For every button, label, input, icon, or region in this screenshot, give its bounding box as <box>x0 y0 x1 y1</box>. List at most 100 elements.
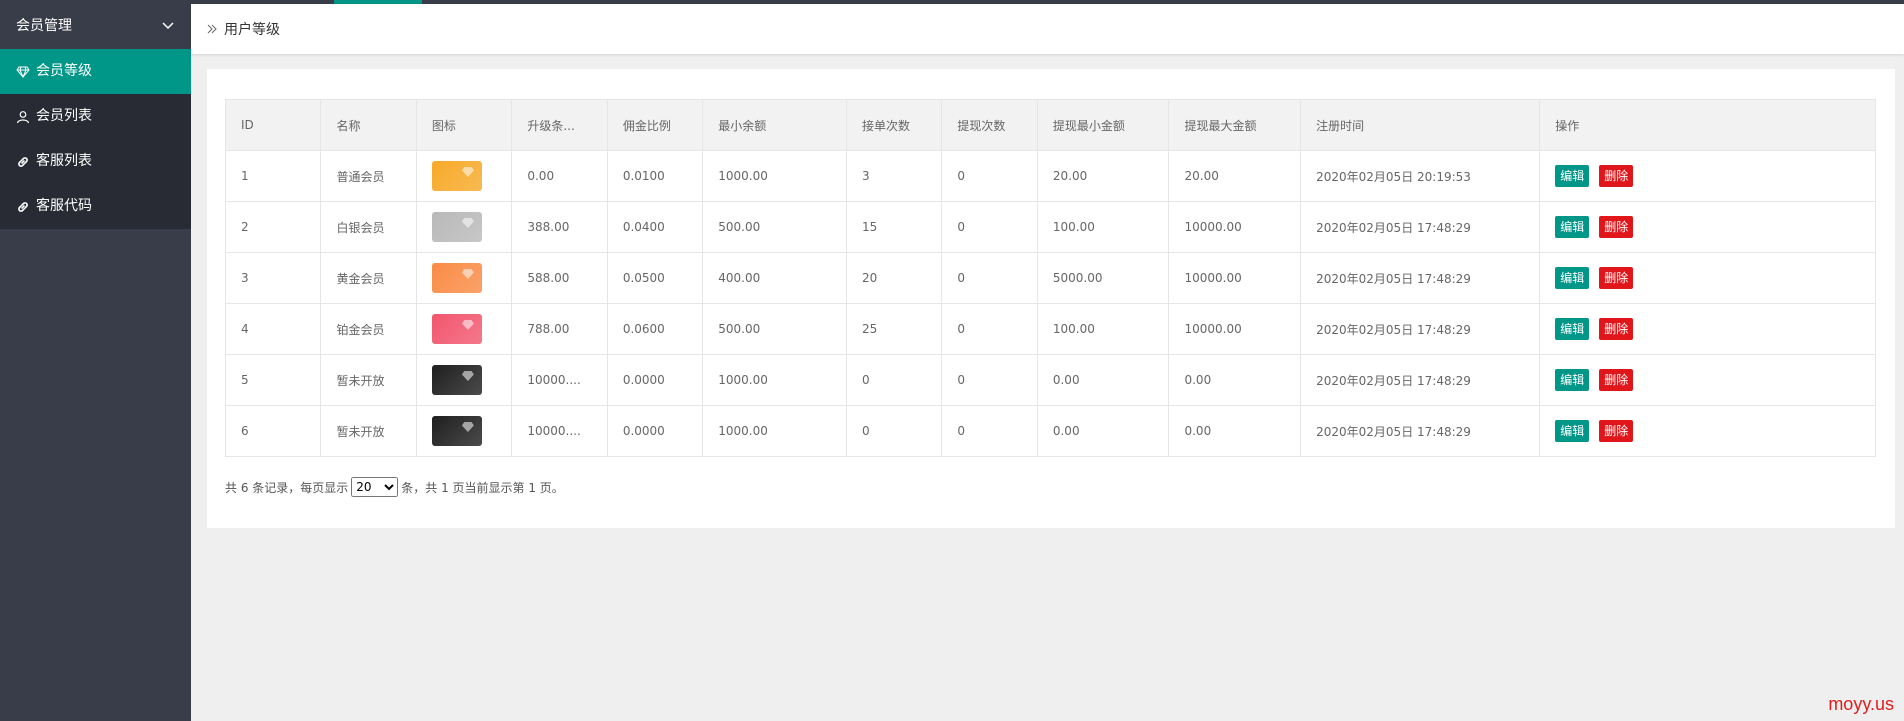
cell-withdraws: 0 <box>941 405 1038 457</box>
table-row: 6 暂未开放 10000.... 0.0000 1000.00 0 0 0.00 0.00 202… <box>224 405 1876 457</box>
table-row: 3 黄金会员 588.00 0.0500 400.00 20 0 5000.00 10000.0… <box>224 252 1876 304</box>
cell-withdraws: 0 <box>941 303 1038 355</box>
table-row: 5 暂未开放 10000.... 0.0000 1000.00 0 0 0.00 0.00 202… <box>224 354 1876 406</box>
column-header: 提现次数 <box>941 99 1038 151</box>
level-card-icon <box>431 161 482 191</box>
delete-button[interactable]: 删除 <box>1599 165 1634 187</box>
column-header: 提现最大金额 <box>1168 99 1302 151</box>
actions-cell: 编辑 删除 <box>1539 150 1876 202</box>
cell-min_balance: 1000.00 <box>702 405 847 457</box>
link-icon <box>18 156 28 167</box>
cell-name: 铂金会员 <box>320 303 417 355</box>
column-header: 注册时间 <box>1300 99 1541 151</box>
breadcrumb-label: 用户等级 <box>224 22 280 38</box>
column-header: 升级条... <box>511 99 608 151</box>
pagination: 共 6 条记录，每页显示 20 条，共 1 页当前显示第 1 页。 <box>225 477 564 497</box>
delete-button[interactable]: 删除 <box>1599 420 1634 442</box>
edit-button[interactable]: 编辑 <box>1555 165 1590 187</box>
level-card-icon <box>431 365 482 395</box>
link-icon <box>18 201 28 212</box>
cell-wd_max: 10000.00 <box>1168 303 1302 355</box>
cell-commission: 0.0000 <box>606 405 704 457</box>
cell-time: 2020年02月05日 17:48:29 <box>1300 303 1541 355</box>
cell-commission: 0.0400 <box>606 201 704 253</box>
delete-button[interactable]: 删除 <box>1599 318 1634 340</box>
cell-wd_min: 20.00 <box>1036 150 1170 202</box>
sidebar-item-1[interactable]: 会员列表 <box>0 94 191 139</box>
sidebar: 会员管理 会员等级 会员列表 客服列表客服代码 <box>0 4 191 721</box>
column-header: 图标 <box>415 99 513 151</box>
actions-cell: 编辑 删除 <box>1539 303 1876 355</box>
edit-button[interactable]: 编辑 <box>1555 216 1590 238</box>
cell-name: 暂未开放 <box>320 354 417 406</box>
cell-orders: 15 <box>845 201 943 253</box>
cell-withdraws: 0 <box>941 201 1038 253</box>
cell-min_balance: 1000.00 <box>702 354 847 406</box>
pager-suffix: 条，共 1 页当前显示第 1 页。 <box>401 480 564 495</box>
level-card-icon <box>431 416 482 446</box>
cell-wd_min: 5000.00 <box>1036 252 1170 304</box>
level-card-icon <box>431 212 482 242</box>
sidebar-item-0[interactable]: 会员等级 <box>0 49 191 94</box>
table-row: 2 白银会员 388.00 0.0400 500.00 15 0 100.00 10000.00… <box>224 201 1876 253</box>
cell-time: 2020年02月05日 17:48:29 <box>1300 405 1541 457</box>
cell-min_balance: 500.00 <box>702 303 847 355</box>
edit-button[interactable]: 编辑 <box>1555 420 1590 442</box>
cell-id: 5 <box>224 354 322 406</box>
chevron-down-icon <box>162 22 174 30</box>
watermark: moyy.us <box>1828 694 1894 714</box>
level-icon-cell <box>415 303 513 355</box>
cell-wd_min: 0.00 <box>1036 354 1170 406</box>
delete-button[interactable]: 删除 <box>1599 267 1634 289</box>
cell-id: 1 <box>224 150 322 202</box>
column-header: 名称 <box>320 99 417 151</box>
page-size-select[interactable]: 20 <box>351 477 399 497</box>
edit-button[interactable]: 编辑 <box>1555 267 1590 289</box>
cell-wd_min: 100.00 <box>1036 201 1170 253</box>
cell-name: 黄金会员 <box>320 252 417 304</box>
cell-time: 2020年02月05日 17:48:29 <box>1300 201 1541 253</box>
actions-cell: 编辑 删除 <box>1539 354 1876 406</box>
cell-upgrade: 10000.... <box>511 354 608 406</box>
table-header-row: ID 名称 图标 升级条... 佣金比例 最小余额 接单次数 提现次数 提现最小金额 提现最大金额… <box>224 99 1876 151</box>
sidebar-item-label: 客服代码 <box>36 198 92 214</box>
edit-button[interactable]: 编辑 <box>1555 318 1590 340</box>
cell-min_balance: 400.00 <box>702 252 847 304</box>
cell-orders: 25 <box>845 303 943 355</box>
cell-upgrade: 788.00 <box>511 303 608 355</box>
cell-id: 4 <box>224 303 322 355</box>
user-icon <box>16 110 30 123</box>
level-icon-cell <box>415 354 513 406</box>
level-icon-cell <box>415 150 513 202</box>
cell-name: 白银会员 <box>320 201 417 253</box>
table-row: 4 铂金会员 788.00 0.0600 500.00 25 0 100.00 10000.00… <box>224 303 1876 355</box>
cell-min_balance: 500.00 <box>702 201 847 253</box>
content-card: ID 名称 图标 升级条... 佣金比例 最小余额 接单次数 提现次数 提现最小金额 提现最大金额… <box>207 69 1895 528</box>
cell-id: 6 <box>224 405 322 457</box>
cell-withdraws: 0 <box>941 150 1038 202</box>
level-card-icon <box>431 263 482 293</box>
cell-withdraws: 0 <box>941 252 1038 304</box>
sidebar-item-3[interactable]: 客服代码 <box>0 184 191 229</box>
cell-commission: 0.0500 <box>606 252 704 304</box>
cell-commission: 0.0000 <box>606 354 704 406</box>
cell-wd_max: 20.00 <box>1168 150 1302 202</box>
cell-time: 2020年02月05日 17:48:29 <box>1300 354 1541 406</box>
table-row: 1 普通会员 0.00 0.0100 1000.00 3 0 20.00 20.00 2020年0… <box>224 150 1876 202</box>
cell-upgrade: 0.00 <box>511 150 608 202</box>
cell-upgrade: 388.00 <box>511 201 608 253</box>
edit-button[interactable]: 编辑 <box>1555 369 1590 391</box>
cell-id: 3 <box>224 252 322 304</box>
sidebar-item-2[interactable]: 客服列表 <box>0 139 191 184</box>
cell-wd_max: 0.00 <box>1168 354 1302 406</box>
cell-name: 暂未开放 <box>320 405 417 457</box>
cell-time: 2020年02月05日 17:48:29 <box>1300 252 1541 304</box>
diamond-icon <box>16 66 30 78</box>
menu-group-member-management[interactable]: 会员管理 <box>0 4 191 49</box>
actions-cell: 编辑 删除 <box>1539 252 1876 304</box>
double-chevron-right-icon <box>207 24 217 34</box>
column-header: 接单次数 <box>845 99 943 151</box>
delete-button[interactable]: 删除 <box>1599 216 1634 238</box>
cell-time: 2020年02月05日 20:19:53 <box>1300 150 1541 202</box>
delete-button[interactable]: 删除 <box>1599 369 1634 391</box>
